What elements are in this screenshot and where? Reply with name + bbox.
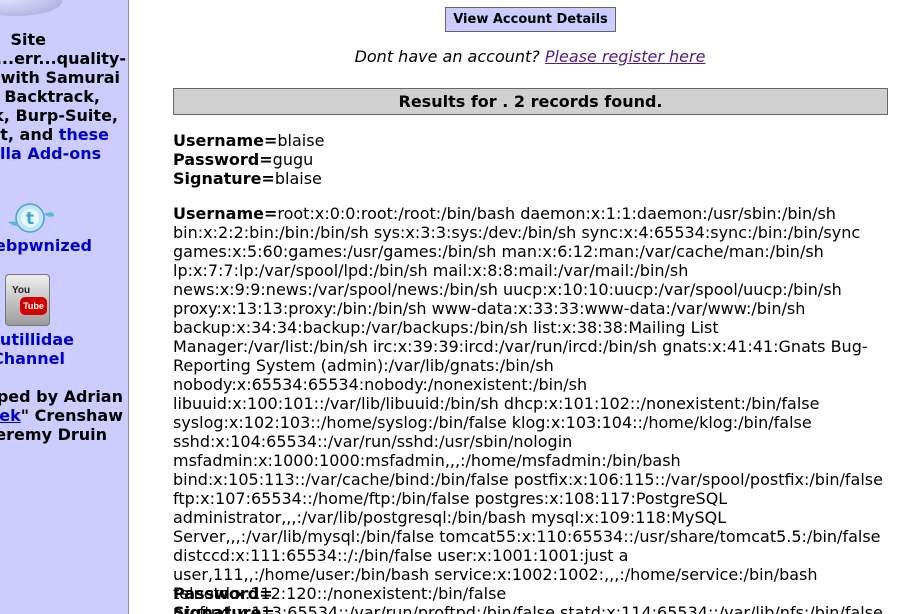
view-account-details-button[interactable]: View Account Details <box>445 7 616 32</box>
youtube-tube-word: Tube <box>20 297 47 315</box>
sidebar-text-line: k, Burp-Suite, <box>0 106 118 125</box>
credits-line: ped by Adrian <box>0 387 123 406</box>
logo-swoosh-graphic <box>0 0 62 16</box>
irongeek-link[interactable]: ek <box>0 406 21 425</box>
credits-line: ek" Crenshaw <box>0 406 123 425</box>
these-link[interactable]: these <box>59 125 109 144</box>
sidebar-text-line: lla Add-ons <box>0 144 101 163</box>
main-content: View Account Details Dont have an accoun… <box>130 0 922 614</box>
credits-text: " Crenshaw <box>20 406 123 425</box>
record-password: Password= <box>173 584 273 603</box>
youtube-icon[interactable]: You Tube <box>5 274 50 326</box>
username-label: Username= <box>173 131 278 150</box>
username-value: root:x:0:0:root:/root:/bin/bash daemon:x… <box>173 204 883 614</box>
record-username: Username=root:x:0:0:root:/root:/bin/bash… <box>173 204 889 614</box>
results-header: Results for . 2 records found. <box>173 88 888 115</box>
credits-line: eremy Druin <box>0 425 107 444</box>
record-password: Password=gugu <box>173 150 313 169</box>
record-username: Username=blaise <box>173 131 324 150</box>
signature-label: Signature= <box>173 603 275 614</box>
youtube-label-2[interactable]: Channel <box>0 349 65 368</box>
sidebar-text-line: Site <box>10 30 46 49</box>
register-prompt: Dont have an account? Please register he… <box>130 47 922 67</box>
signature-label: Signature= <box>173 169 275 188</box>
youtube-label-1[interactable]: utillidae <box>0 330 74 349</box>
signature-value: blaise <box>274 169 322 188</box>
record-signature: Signature=blaise <box>173 169 322 188</box>
youtube-word: You <box>12 285 31 296</box>
password-label: Password= <box>173 150 273 169</box>
record-signature: Signature= <box>173 603 275 614</box>
youtube-channel-link[interactable]: Channel <box>0 349 65 368</box>
twitter-handle-link[interactable]: ebpwnized <box>0 236 92 255</box>
sidebar-text-line: t, and these <box>0 125 109 144</box>
username-label: Username= <box>173 204 278 223</box>
password-label: Password= <box>173 584 273 603</box>
youtube-channel-link[interactable]: utillidae <box>0 330 74 349</box>
password-value: gugu <box>272 150 314 169</box>
register-prompt-text: Dont have an account? <box>354 47 545 66</box>
sidebar: Site ...err...quality- with Samurai Back… <box>0 0 129 614</box>
sidebar-text-line: ...err...quality- <box>0 49 126 68</box>
firefox-addons-link[interactable]: lla Add-ons <box>0 144 101 163</box>
sidebar-text-line: Backtrack, <box>4 87 100 106</box>
sidebar-text-line: with Samurai <box>0 68 120 87</box>
username-value: blaise <box>277 131 325 150</box>
twitter-bird-icon[interactable]: t <box>6 200 56 238</box>
sidebar-text: t, and <box>0 125 59 144</box>
svg-text:t: t <box>26 209 34 229</box>
twitter-link[interactable]: ebpwnized <box>0 236 92 255</box>
register-link[interactable]: Please register here <box>545 47 706 66</box>
